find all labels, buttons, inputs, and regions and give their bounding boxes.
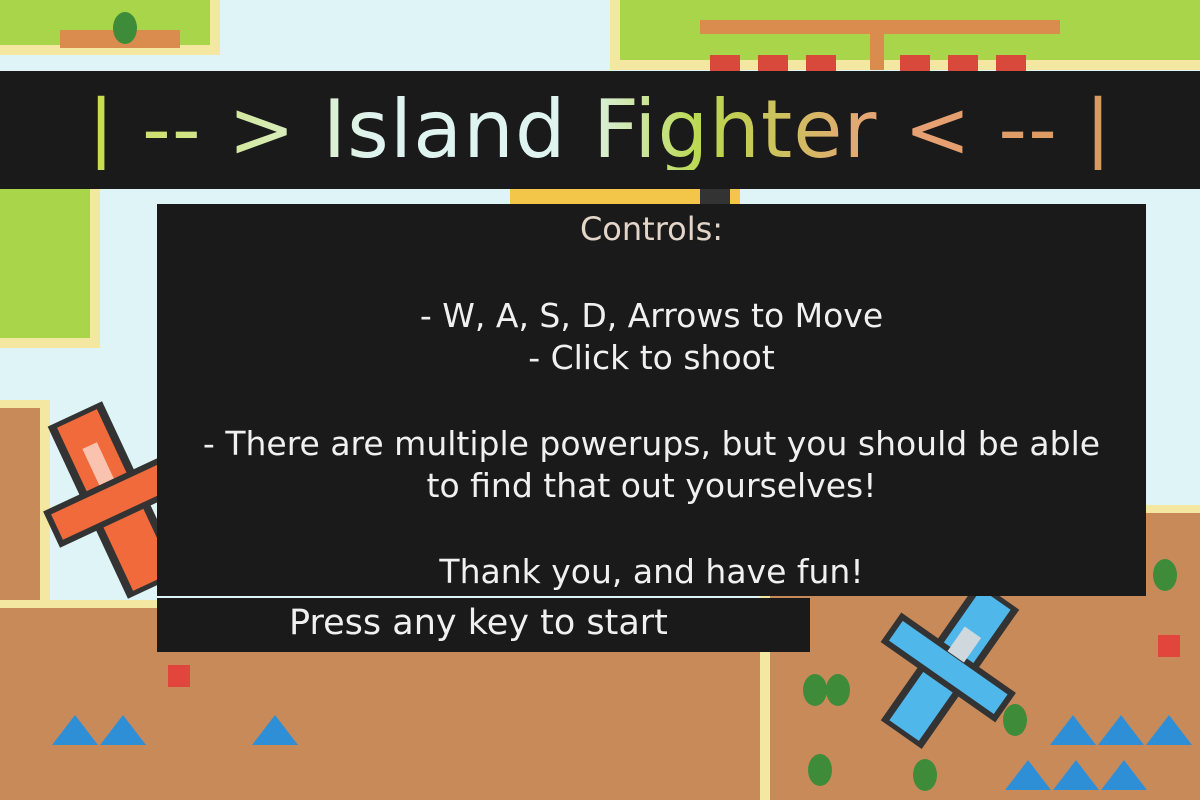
island-top-left [0, 0, 220, 55]
controls-powerups: - There are multiple powerups, but you s… [202, 424, 1101, 463]
controls-powerups-cont: to find that out yourselves! [426, 466, 877, 505]
controls-thanks: Thank you, and have fun! [439, 552, 864, 591]
start-prompt[interactable]: Press any key to start [289, 603, 668, 643]
controls-move: - W, A, S, D, Arrows to Move [419, 296, 884, 335]
start-prompt-bar[interactable]: Press any key to start [157, 598, 810, 652]
controls-shoot: - Click to shoot [528, 338, 775, 377]
controls-heading: Controls: [579, 210, 724, 248]
controls-panel: Controls: - W, A, S, D, Arrows to Move -… [157, 204, 1146, 596]
game-title: | -- > Island Fighter < -- | [87, 83, 1113, 176]
title-banner: | -- > Island Fighter < -- | [0, 71, 1200, 189]
island-left-grass [0, 188, 100, 348]
